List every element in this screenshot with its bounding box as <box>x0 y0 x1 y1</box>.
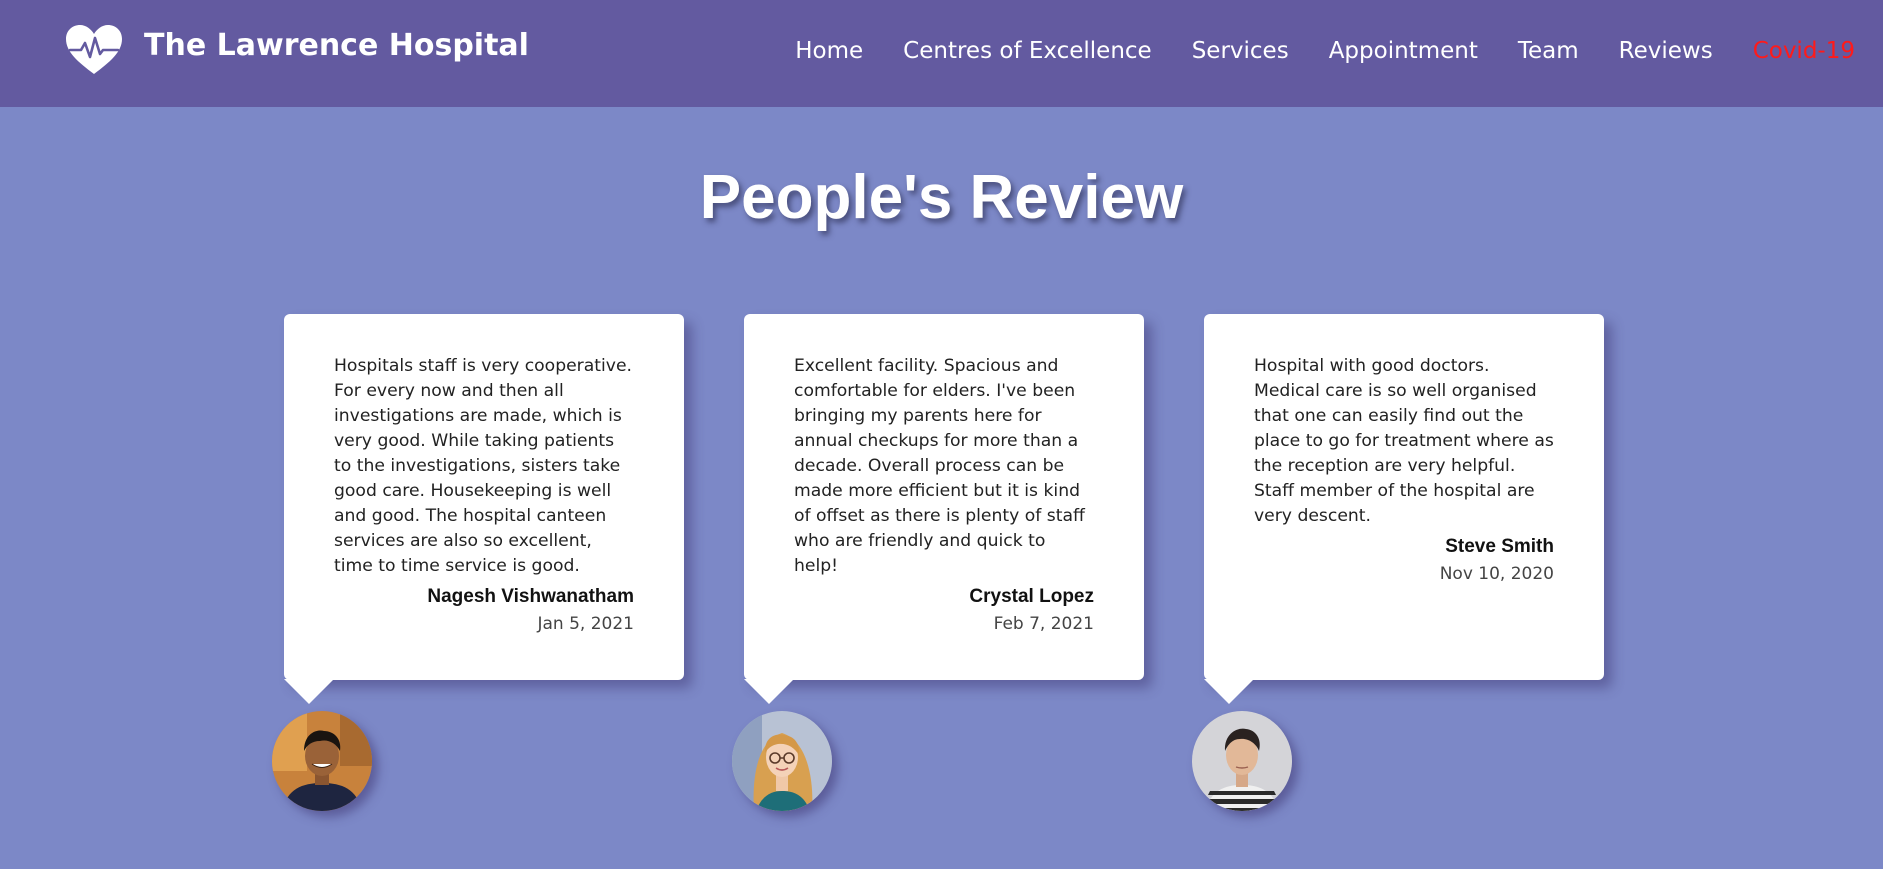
review-card: Excellent facility. Spacious and comfort… <box>744 314 1144 704</box>
nav-appointment[interactable]: Appointment <box>1329 34 1478 68</box>
review-date: Nov 10, 2020 <box>1439 564 1554 584</box>
review-text: Hospital with good doctors. Medical care… <box>1254 356 1554 526</box>
review-text: Hospitals staff is very cooperative. For… <box>334 356 633 576</box>
review-card: Hospitals staff is very cooperative. For… <box>284 314 684 704</box>
heart-pulse-icon <box>66 25 122 74</box>
brand[interactable]: The Lawrence Hospital <box>64 24 529 76</box>
reviewer-photo <box>732 711 832 811</box>
avatar <box>272 711 372 811</box>
review-date: Jan 5, 2021 <box>537 614 635 634</box>
review-text: Excellent facility. Spacious and comfort… <box>794 356 1085 576</box>
nav-team[interactable]: Team <box>1518 34 1579 68</box>
section-title: People's Review <box>699 163 1184 232</box>
nav-centres-of-excellence[interactable]: Centres of Excellence <box>903 34 1152 68</box>
avatar <box>1192 711 1292 811</box>
review-date: Feb 7, 2021 <box>993 614 1094 634</box>
navbar: The Lawrence Hospital Home Centres of Ex… <box>0 0 1883 107</box>
review-item: Hospital with good doctors. Medical care… <box>1204 314 1604 704</box>
review-author: Nagesh Vishwanatham <box>427 586 634 607</box>
avatar <box>732 711 832 811</box>
brand-title: The Lawrence Hospital <box>144 28 529 63</box>
review-item: Hospitals staff is very cooperative. For… <box>284 314 684 704</box>
nav-home[interactable]: Home <box>795 34 863 68</box>
nav-services[interactable]: Services <box>1192 34 1289 68</box>
review-author: Steve Smith <box>1445 536 1554 557</box>
nav-reviews[interactable]: Reviews <box>1619 34 1713 68</box>
review-card: Hospital with good doctors. Medical care… <box>1204 314 1604 704</box>
main-nav: Home Centres of Excellence Services Appo… <box>795 34 1855 68</box>
review-author: Crystal Lopez <box>969 586 1094 607</box>
reviewer-photo <box>272 711 372 811</box>
reviewer-photo <box>1192 711 1292 811</box>
nav-covid-19[interactable]: Covid-19 <box>1753 34 1855 68</box>
review-item: Excellent facility. Spacious and comfort… <box>744 314 1144 704</box>
